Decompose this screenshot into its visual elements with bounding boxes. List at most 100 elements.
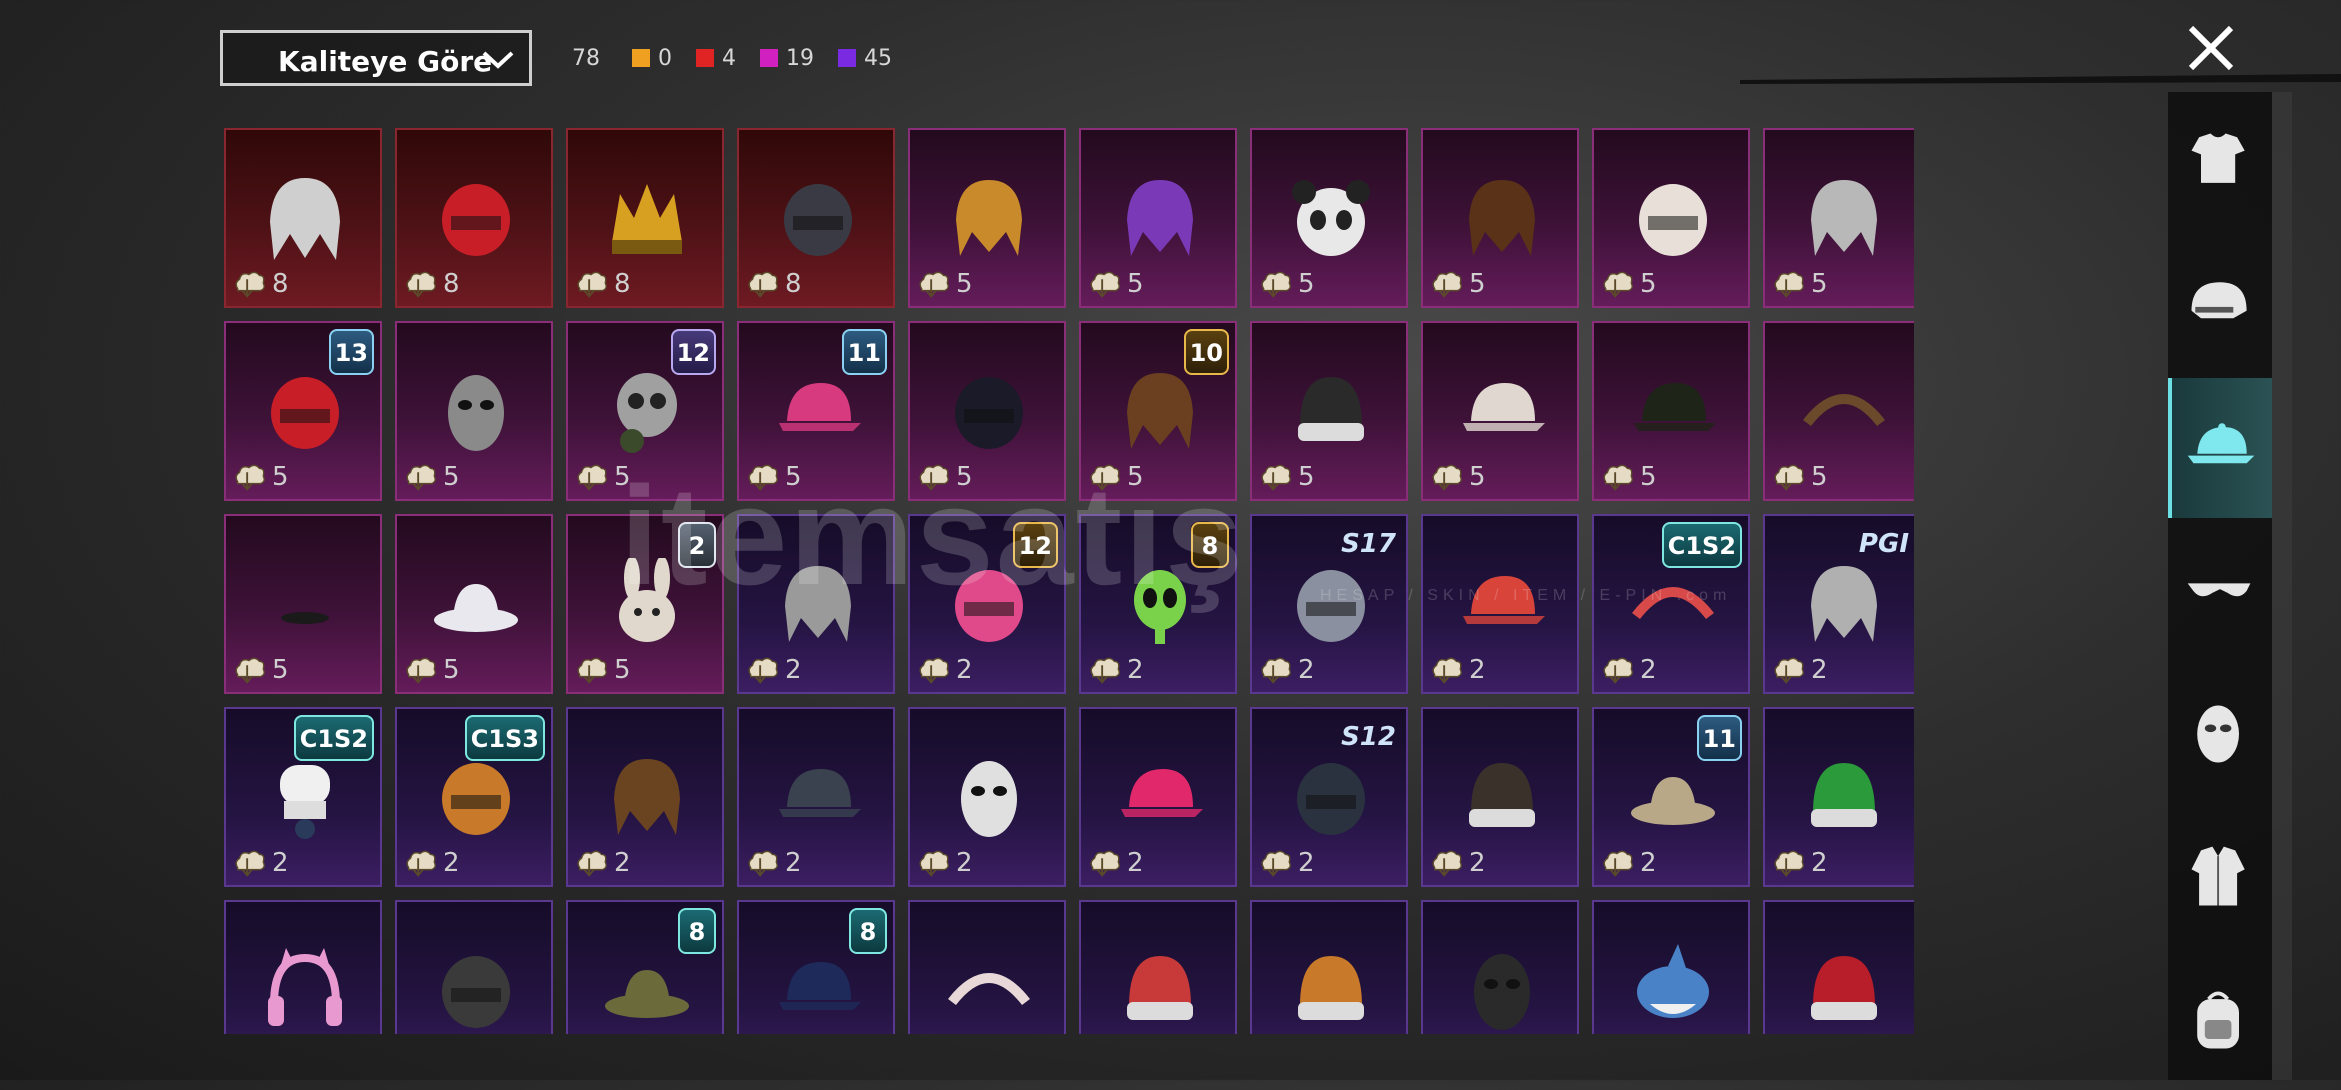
item-slot[interactable]: 13 5 bbox=[224, 321, 382, 501]
item-slot[interactable]: 2 bbox=[908, 900, 1066, 1034]
cloud-currency-icon bbox=[235, 464, 265, 491]
item-slot[interactable]: 82 bbox=[566, 900, 724, 1034]
item-slot[interactable]: 2 bbox=[737, 514, 895, 694]
item-slot[interactable]: 5 bbox=[908, 321, 1066, 501]
item-cost-value: 8 bbox=[614, 269, 631, 299]
item-icon bbox=[779, 769, 861, 817]
item-cost-value: 2 bbox=[1811, 655, 1828, 685]
cloud-currency-icon bbox=[1774, 464, 1804, 491]
item-slot[interactable]: 5 bbox=[1592, 321, 1750, 501]
item-slot[interactable]: 12 2 bbox=[908, 514, 1066, 694]
hat-tab[interactable] bbox=[2168, 378, 2272, 518]
cloud-currency-icon bbox=[1432, 464, 1462, 491]
backpack-tab[interactable] bbox=[2168, 950, 2272, 1090]
rank-badge: 11 bbox=[1696, 715, 1742, 761]
cloud-currency-icon bbox=[1090, 271, 1120, 298]
item-slot[interactable]: S17 2 bbox=[1250, 514, 1408, 694]
item-slot[interactable]: C1S3 2 bbox=[395, 707, 553, 887]
item-slot[interactable]: 11 5 bbox=[737, 321, 895, 501]
item-slot[interactable]: 2 bbox=[566, 707, 724, 887]
item-slot[interactable]: 5 bbox=[908, 128, 1066, 308]
item-slot[interactable]: 5 bbox=[1421, 321, 1579, 501]
item-slot[interactable]: 12 5 bbox=[566, 321, 724, 501]
item-slot[interactable]: 5 bbox=[1079, 128, 1237, 308]
cloud-currency-icon bbox=[1090, 464, 1120, 491]
item-cost: 2 bbox=[916, 845, 973, 881]
jacket-icon bbox=[2191, 846, 2245, 906]
item-slot[interactable]: PGI 2 bbox=[1763, 514, 1914, 694]
item-icon bbox=[442, 763, 510, 835]
item-cost: 2 bbox=[232, 845, 289, 881]
item-icon bbox=[442, 956, 510, 1028]
item-slot[interactable]: 2 bbox=[1079, 900, 1237, 1034]
item-slot[interactable]: 8 bbox=[224, 128, 382, 308]
item-icon bbox=[434, 584, 518, 632]
sort-dropdown[interactable]: Kaliteye Göre bbox=[220, 30, 532, 86]
close-icon[interactable] bbox=[2183, 20, 2239, 76]
item-icon bbox=[448, 375, 504, 451]
item-cost-value: 2 bbox=[956, 848, 973, 878]
item-slot[interactable]: 2 bbox=[908, 707, 1066, 887]
jacket-tab[interactable] bbox=[2168, 807, 2272, 947]
item-cost: 5 bbox=[232, 652, 289, 688]
cloud-currency-icon bbox=[406, 850, 436, 877]
item-cost: 5 bbox=[232, 459, 289, 495]
item-slot[interactable]: 10 5 bbox=[1079, 321, 1237, 501]
item-cost: 2 bbox=[403, 845, 460, 881]
item-slot[interactable]: 8 bbox=[566, 128, 724, 308]
item-icon bbox=[779, 383, 861, 431]
item-cost-value: 5 bbox=[1127, 462, 1144, 492]
item-slot[interactable]: 5 bbox=[395, 321, 553, 501]
item-slot[interactable]: 2 bbox=[1079, 707, 1237, 887]
rank-badge: C1S2 bbox=[1661, 522, 1742, 568]
item-slot[interactable]: 8 bbox=[395, 128, 553, 308]
item-cost: 2 bbox=[574, 845, 631, 881]
item-slot[interactable]: 2 bbox=[737, 707, 895, 887]
item-slot[interactable]: C1S2 2 bbox=[1592, 514, 1750, 694]
item-slot[interactable]: 2 bbox=[1421, 900, 1579, 1034]
outfit-tab[interactable] bbox=[2168, 92, 2272, 232]
item-slot[interactable]: 5 bbox=[1763, 321, 1914, 501]
item-icon bbox=[1469, 763, 1535, 827]
purple-square-icon bbox=[838, 49, 856, 67]
item-slot[interactable]: S12 2 bbox=[1250, 707, 1408, 887]
item-slot[interactable]: 5 bbox=[1250, 128, 1408, 308]
item-slot[interactable]: 82 bbox=[737, 900, 895, 1034]
item-slot[interactable]: 11 2 bbox=[1592, 707, 1750, 887]
item-cost-value: 2 bbox=[956, 655, 973, 685]
item-slot[interactable]: C1S2 2 bbox=[224, 707, 382, 887]
item-slot[interactable]: 2 bbox=[1763, 707, 1914, 887]
cloud-currency-icon bbox=[1774, 657, 1804, 684]
cloud-currency-icon bbox=[235, 850, 265, 877]
item-cost-value: 5 bbox=[1298, 462, 1315, 492]
headgear-tab[interactable] bbox=[2168, 235, 2272, 375]
item-slot[interactable]: 8 bbox=[737, 128, 895, 308]
eyewear-tab[interactable] bbox=[2168, 521, 2272, 661]
mask-tab[interactable] bbox=[2168, 664, 2272, 804]
item-icon bbox=[614, 759, 680, 835]
rank-badge: 8 bbox=[1191, 522, 1229, 568]
item-slot[interactable]: 5 bbox=[1250, 321, 1408, 501]
item-slot[interactable]: 2 bbox=[1421, 514, 1579, 694]
item-slot[interactable]: 2 bbox=[224, 900, 382, 1034]
item-cost-value: 2 bbox=[1127, 655, 1144, 685]
item-slot[interactable]: 2 bbox=[1592, 900, 1750, 1034]
item-cost-value: 5 bbox=[785, 462, 802, 492]
item-slot[interactable]: 2 bbox=[1763, 900, 1914, 1034]
item-slot[interactable]: 5 bbox=[395, 514, 553, 694]
item-slot[interactable]: 2 bbox=[1250, 900, 1408, 1034]
item-icon bbox=[1127, 956, 1193, 1020]
item-icon bbox=[612, 184, 682, 254]
item-slot[interactable]: 5 bbox=[1421, 128, 1579, 308]
item-cost: 5 bbox=[1600, 459, 1657, 495]
item-slot[interactable]: 5 bbox=[224, 514, 382, 694]
item-slot[interactable]: 5 bbox=[1592, 128, 1750, 308]
item-slot[interactable]: 82 bbox=[1079, 514, 1237, 694]
cloud-currency-icon bbox=[748, 464, 778, 491]
category-tabs bbox=[2168, 92, 2272, 1080]
item-cost: 2 bbox=[1087, 652, 1144, 688]
item-slot[interactable]: 2 bbox=[395, 900, 553, 1034]
item-slot[interactable]: 5 bbox=[1763, 128, 1914, 308]
item-slot[interactable]: 2 bbox=[1421, 707, 1579, 887]
item-slot[interactable]: 25 bbox=[566, 514, 724, 694]
